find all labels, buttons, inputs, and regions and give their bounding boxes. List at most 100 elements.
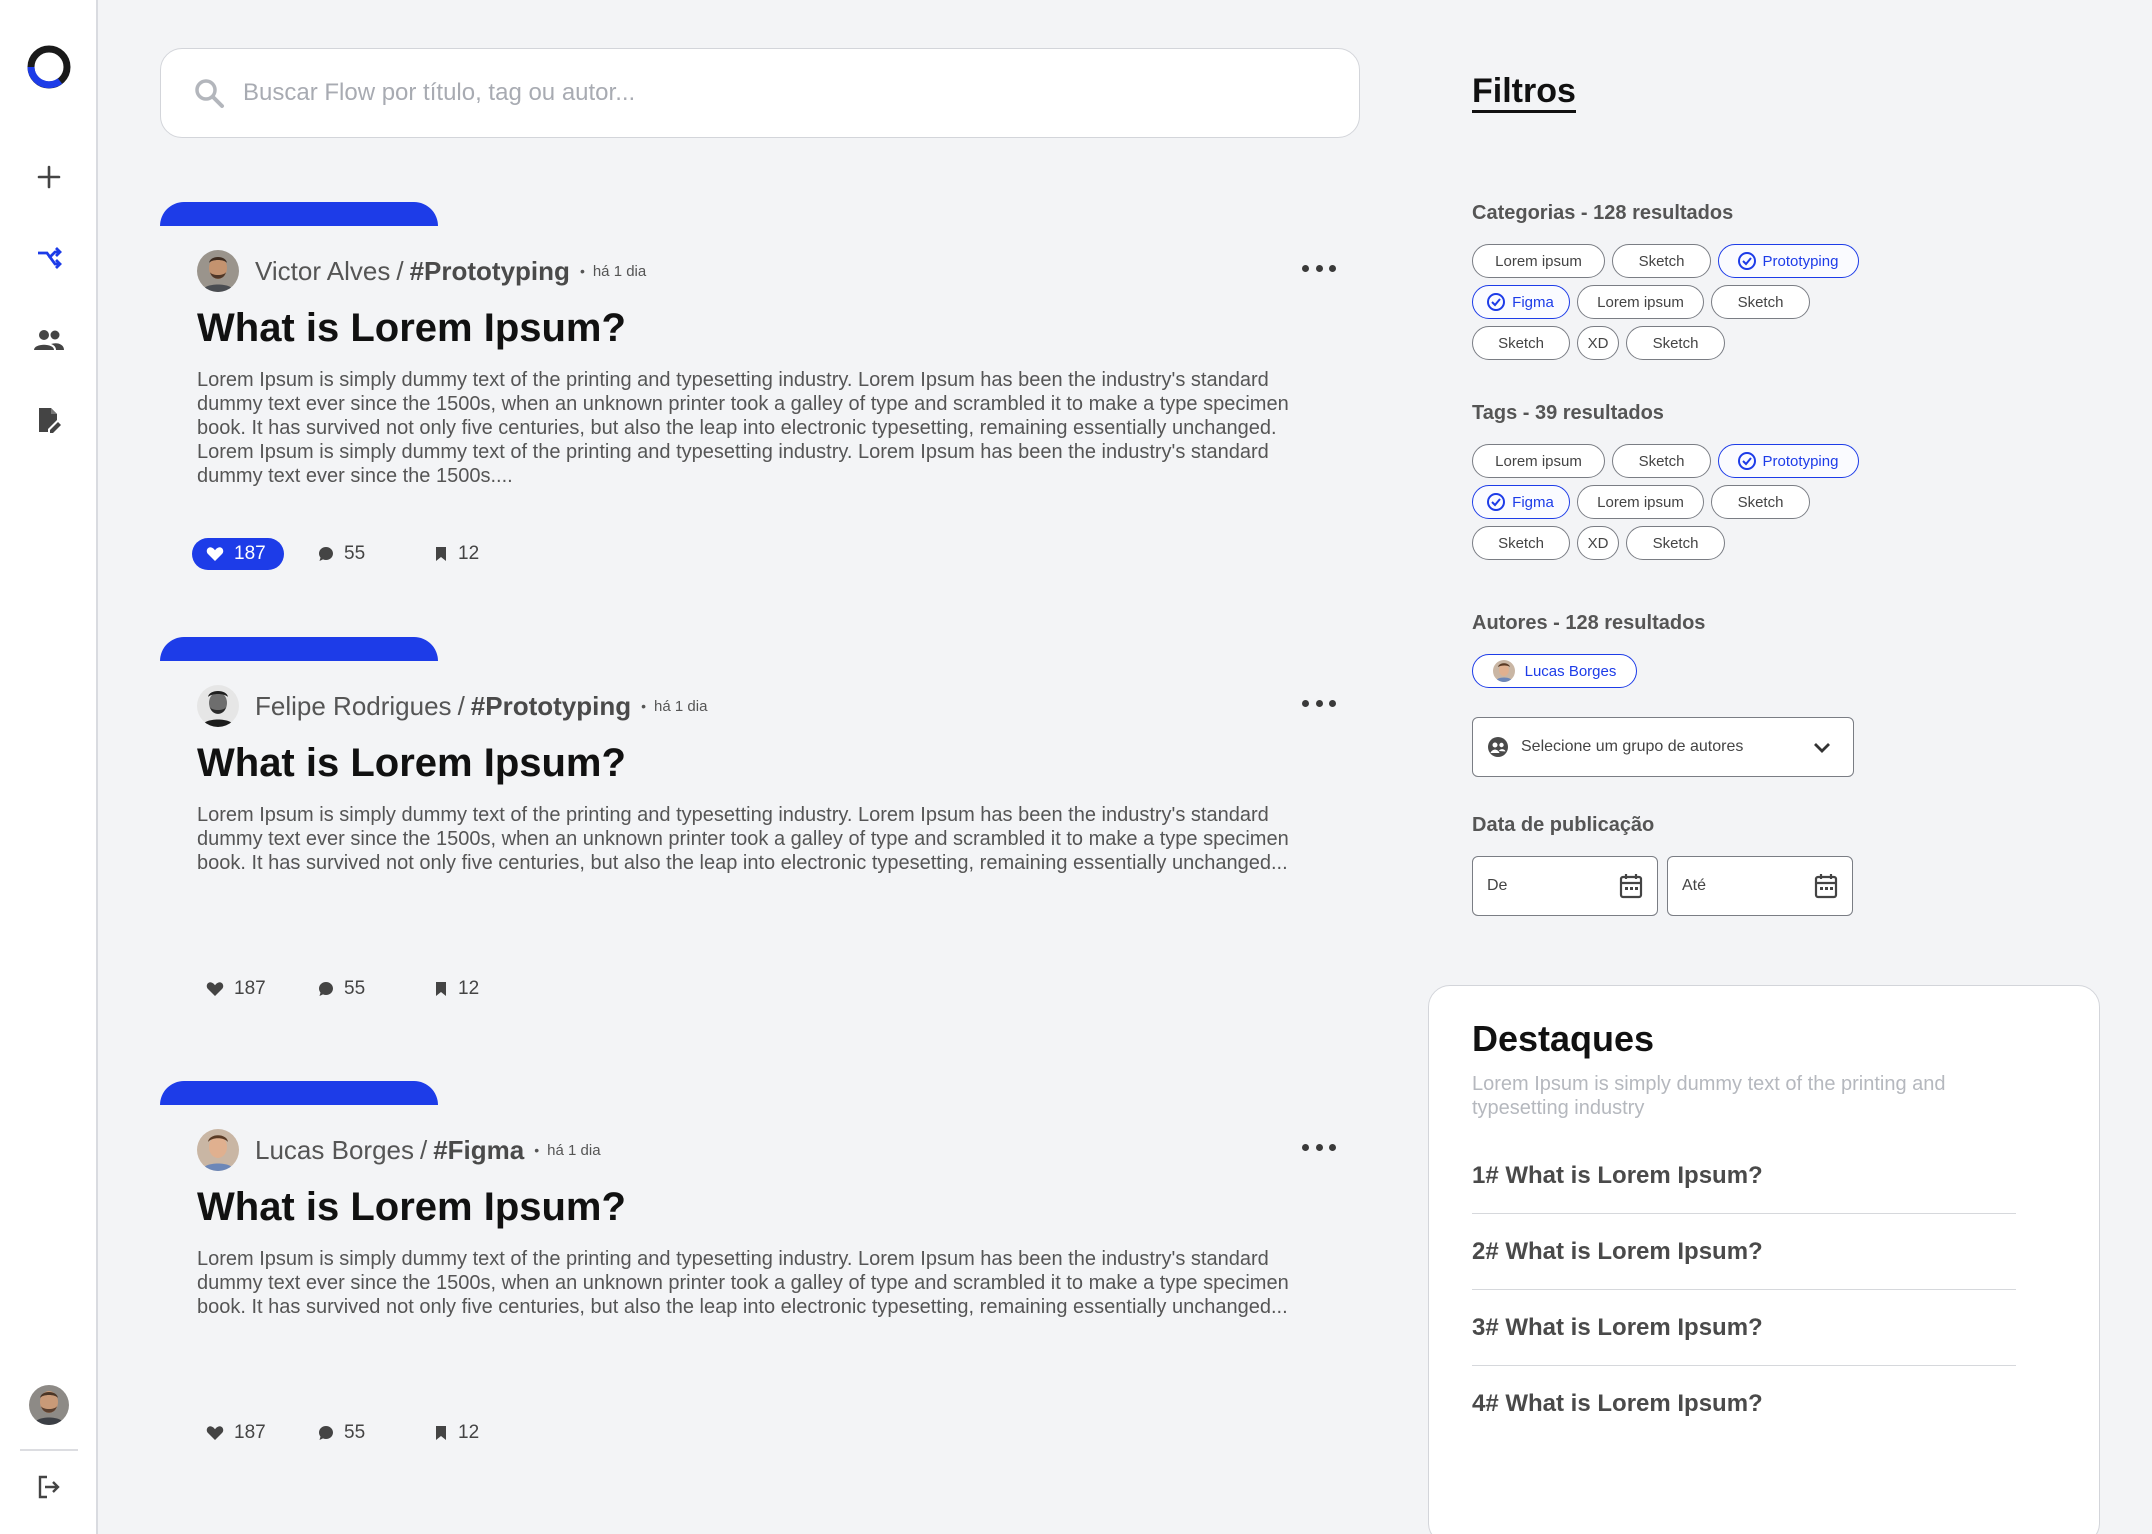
people-icon[interactable] xyxy=(24,315,74,365)
check-circle-icon xyxy=(1737,452,1756,470)
highlight-item[interactable]: 4# What is Lorem Ipsum? xyxy=(1472,1366,2016,1442)
post-time: há 1 dia xyxy=(592,262,647,280)
heart-icon xyxy=(206,547,224,561)
calendar-icon[interactable] xyxy=(1814,873,1838,899)
comment-button[interactable]: 55 xyxy=(318,1417,398,1449)
tag-chip[interactable]: Sketch xyxy=(1626,526,1725,560)
highlight-item[interactable]: 2# What is Lorem Ipsum? xyxy=(1472,1214,2016,1290)
category-chip[interactable]: Lorem ipsum xyxy=(1577,285,1704,319)
comment-count: 55 xyxy=(344,543,366,564)
sidebar-divider xyxy=(20,1449,78,1451)
post-card[interactable]: Felipe Rodrigues / #Prototyping • há 1 d… xyxy=(160,637,1370,1017)
post-card[interactable]: Lucas Borges / #Figma • há 1 dia What is… xyxy=(160,1081,1370,1461)
authors-label: Autores - 128 resultados xyxy=(1472,612,1706,634)
category-chip[interactable]: Sketch xyxy=(1472,326,1570,360)
highlight-item[interactable]: 1# What is Lorem Ipsum? xyxy=(1472,1138,2016,1214)
save-button[interactable]: 12 xyxy=(434,1417,479,1449)
comment-button[interactable]: 55 xyxy=(318,973,398,1005)
more-options-icon[interactable] xyxy=(1302,1137,1336,1157)
separator: / xyxy=(457,690,465,721)
category-chip[interactable]: Lorem ipsum xyxy=(1472,244,1605,278)
date-to-field[interactable]: Até xyxy=(1667,856,1853,916)
more-options-icon[interactable] xyxy=(1302,258,1336,278)
author-name[interactable]: Felipe Rodrigues xyxy=(255,691,452,722)
chip-label: Prototyping xyxy=(1762,452,1839,470)
bookmark-icon xyxy=(436,1426,446,1440)
bookmark-icon xyxy=(436,982,446,996)
post-time: há 1 dia xyxy=(547,1141,601,1159)
check-circle-icon xyxy=(1737,252,1756,270)
post-title[interactable]: What is Lorem Ipsum? xyxy=(197,741,626,786)
comment-icon xyxy=(319,547,333,561)
chip-label: Figma xyxy=(1512,293,1554,311)
comment-button[interactable]: 55 xyxy=(318,538,398,570)
ring-logo[interactable] xyxy=(24,42,74,92)
save-count: 12 xyxy=(458,543,480,564)
post-header: Felipe Rodrigues / #Prototyping • há 1 d… xyxy=(197,685,707,727)
logout-icon[interactable] xyxy=(24,1462,74,1512)
category-chip[interactable]: XD xyxy=(1577,326,1619,360)
author-avatar[interactable] xyxy=(197,250,239,292)
author-group-select[interactable]: Selecione um grupo de autores xyxy=(1472,717,1854,777)
category-chip[interactable]: Sketch xyxy=(1711,285,1810,319)
tag-chip[interactable]: XD xyxy=(1577,526,1619,560)
author-name[interactable]: Victor Alves xyxy=(255,256,390,287)
bullet: • xyxy=(579,263,585,279)
highlights-title: Destaques xyxy=(1472,1018,1655,1059)
tag-chip[interactable]: Sketch xyxy=(1711,485,1810,519)
sidebar xyxy=(0,0,98,1534)
like-button[interactable]: 187 xyxy=(192,538,284,570)
author-name[interactable]: Lucas Borges xyxy=(255,1135,414,1166)
search-input[interactable] xyxy=(243,79,1243,107)
like-button[interactable]: 187 xyxy=(192,1417,284,1449)
author-chip-selected[interactable]: Lucas Borges xyxy=(1472,654,1637,688)
search-icon xyxy=(195,79,224,108)
tag-chip[interactable]: Sketch xyxy=(1612,444,1711,478)
author-avatar[interactable] xyxy=(197,685,239,727)
bookmark-icon xyxy=(436,547,446,561)
like-button[interactable]: 187 xyxy=(192,973,284,1005)
categories-chips: Lorem ipsum Sketch Prototyping Figma Lor… xyxy=(1472,244,1892,367)
calendar-icon[interactable] xyxy=(1619,873,1643,899)
comment-count: 55 xyxy=(344,1422,366,1443)
bullet: • xyxy=(641,698,647,714)
post-card-accent-tab xyxy=(160,202,438,226)
post-topic[interactable]: #Prototyping xyxy=(410,256,570,287)
author-avatar[interactable] xyxy=(197,1129,239,1171)
post-topic[interactable]: #Prototyping xyxy=(471,691,631,722)
flows-icon[interactable] xyxy=(24,233,74,283)
check-circle-icon xyxy=(1487,493,1506,511)
save-button[interactable]: 12 xyxy=(434,973,479,1005)
chip-label: Lucas Borges xyxy=(1524,662,1617,680)
post-time: há 1 dia xyxy=(654,697,708,715)
plus-icon[interactable] xyxy=(24,152,74,202)
edit-document-icon[interactable] xyxy=(24,395,74,445)
category-chip-selected[interactable]: Figma xyxy=(1472,285,1570,319)
group-icon xyxy=(1488,737,1508,757)
categories-label: Categorias - 128 resultados xyxy=(1472,202,1734,224)
category-chip[interactable]: Sketch xyxy=(1626,326,1725,360)
post-topic[interactable]: #Figma xyxy=(433,1135,524,1166)
tag-chip[interactable]: Sketch xyxy=(1472,526,1570,560)
post-card-accent-tab xyxy=(160,1081,438,1105)
tag-chip-selected[interactable]: Prototyping xyxy=(1718,444,1859,478)
category-chip[interactable]: Sketch xyxy=(1612,244,1711,278)
tags-chips: Lorem ipsum Sketch Prototyping Figma Lor… xyxy=(1472,444,1892,567)
date-from-field[interactable]: De xyxy=(1472,856,1658,916)
avatar[interactable] xyxy=(29,1385,69,1425)
post-card[interactable]: Victor Alves / #Prototyping • há 1 dia W… xyxy=(160,202,1370,582)
like-count: 187 xyxy=(234,978,266,999)
author-chip-avatar xyxy=(1492,660,1515,682)
highlight-item[interactable]: 3# What is Lorem Ipsum? xyxy=(1472,1290,2016,1366)
search-bar[interactable] xyxy=(160,48,1360,138)
more-options-icon[interactable] xyxy=(1302,693,1336,713)
date-from-label: De xyxy=(1487,877,1508,894)
post-title[interactable]: What is Lorem Ipsum? xyxy=(197,306,626,351)
category-chip-selected[interactable]: Prototyping xyxy=(1718,244,1859,278)
post-title[interactable]: What is Lorem Ipsum? xyxy=(197,1185,626,1230)
tag-chip[interactable]: Lorem ipsum xyxy=(1472,444,1605,478)
tag-chip-selected[interactable]: Figma xyxy=(1472,485,1570,519)
tag-chip[interactable]: Lorem ipsum xyxy=(1577,485,1704,519)
date-to-label: Até xyxy=(1682,877,1707,894)
save-button[interactable]: 12 xyxy=(434,538,479,570)
